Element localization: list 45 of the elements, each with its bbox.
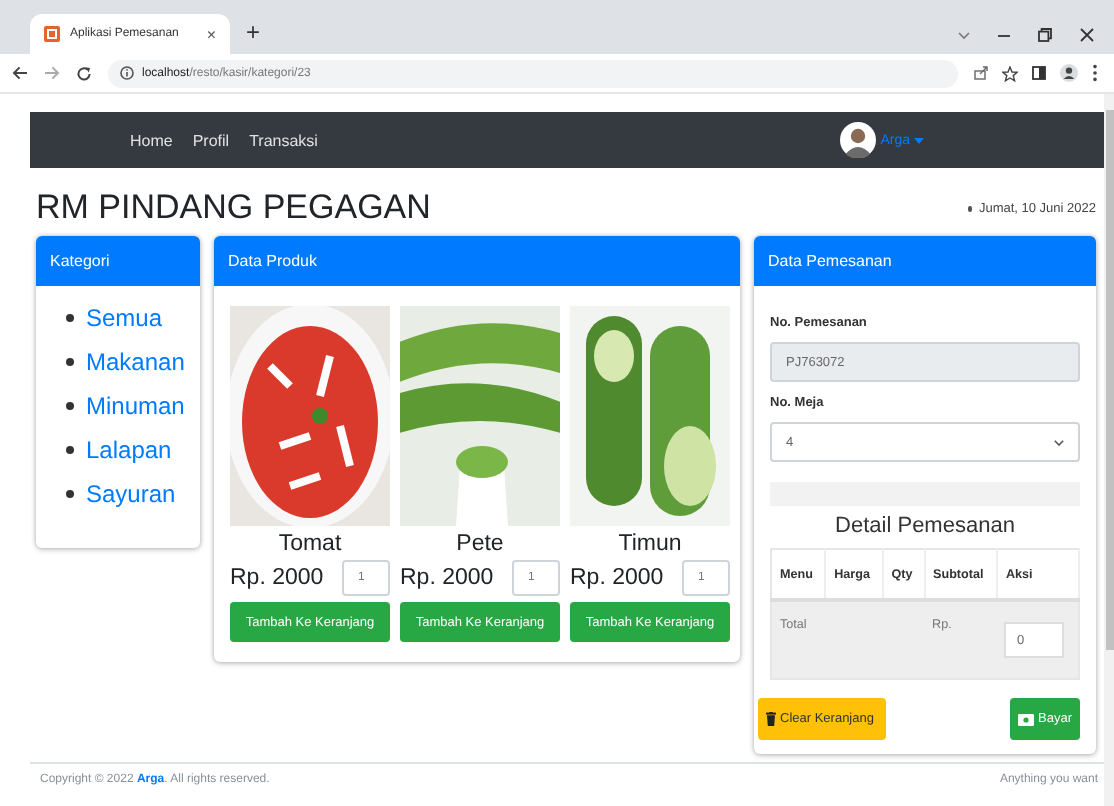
- chevron-down-icon[interactable]: [958, 31, 970, 39]
- bullet-icon: [66, 314, 74, 322]
- money-icon: [1018, 713, 1035, 725]
- product-name: Timun: [616, 532, 684, 556]
- share-icon[interactable]: [974, 66, 988, 80]
- nav-link[interactable]: Transaksi: [249, 131, 318, 149]
- back-arrow-icon[interactable]: [12, 66, 28, 80]
- more-menu-icon[interactable]: [1092, 64, 1098, 82]
- nav-link[interactable]: Home: [130, 131, 173, 149]
- new-tab-button[interactable]: +: [246, 18, 261, 46]
- category-link[interactable]: Sayuran: [86, 480, 176, 508]
- reload-icon[interactable]: [76, 65, 92, 81]
- bullet-icon: [66, 446, 74, 454]
- info-icon: [120, 66, 134, 80]
- trash-icon: [766, 712, 776, 726]
- product-price: Rp. 2000: [400, 566, 494, 590]
- section-title: Detail Pemesanan: [833, 514, 1017, 538]
- chevron-down-icon: [1054, 439, 1064, 445]
- bullet-icon: [66, 358, 74, 366]
- card-title: Data Pemesanan: [768, 252, 892, 270]
- tab-close-button[interactable]: ×: [206, 25, 216, 43]
- category-link[interactable]: Minuman: [86, 392, 185, 420]
- bullet-icon: [66, 490, 74, 498]
- bullet-icon: [66, 402, 74, 410]
- product-price: Rp. 2000: [230, 566, 324, 590]
- caret-icon[interactable]: [914, 137, 924, 143]
- card-title: Kategori: [50, 252, 110, 270]
- product-price: Rp. 2000: [570, 566, 664, 590]
- category-link[interactable]: Semua: [86, 304, 163, 332]
- card-title: Data Produk: [228, 252, 317, 270]
- category-link[interactable]: Makanan: [86, 348, 185, 376]
- bullet-icon: [967, 206, 973, 212]
- minimize-icon[interactable]: [998, 33, 1010, 37]
- avatar-icon: [840, 122, 877, 158]
- star-icon[interactable]: [1002, 65, 1018, 81]
- close-icon[interactable]: [1080, 28, 1094, 42]
- profile-icon[interactable]: [1060, 64, 1078, 82]
- page-title: RM PINDANG PEGAGAN: [36, 188, 431, 228]
- nav-link[interactable]: Profil: [192, 131, 230, 149]
- side-panel-icon[interactable]: [1032, 66, 1046, 80]
- favicon-icon: [44, 26, 60, 42]
- restore-icon[interactable]: [1038, 28, 1052, 42]
- product-name: Tomat: [276, 532, 344, 556]
- product-name: Pete: [454, 532, 506, 556]
- category-link[interactable]: Lalapan: [86, 436, 172, 464]
